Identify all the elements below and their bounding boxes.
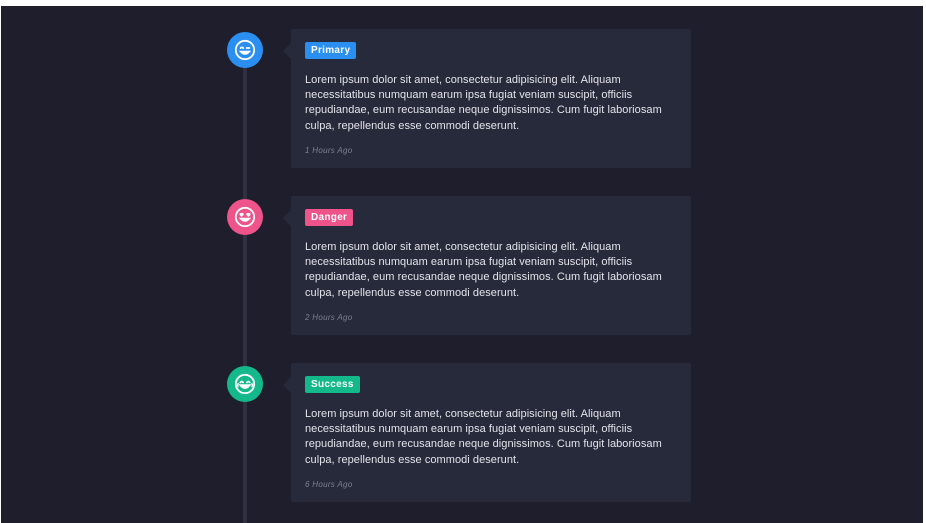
card-pointer <box>283 210 291 226</box>
badge-success: Success <box>305 376 360 393</box>
timeline-card: Danger Lorem ipsum dolor sit amet, conse… <box>283 196 691 335</box>
timeline-item-danger: Danger Lorem ipsum dolor sit amet, conse… <box>1 196 923 336</box>
badge-primary: Primary <box>305 42 357 59</box>
timeline-card-text: Lorem ipsum dolor sit amet, consectetur … <box>305 241 662 299</box>
timeline-card-text: Lorem ipsum dolor sit amet, consectetur … <box>305 408 662 466</box>
card-pointer <box>283 377 291 393</box>
timestamp: 2 Hours Ago <box>305 313 353 322</box>
winking-face-icon <box>227 32 263 68</box>
laughing-face-icon <box>227 366 263 402</box>
card-pointer <box>283 43 291 59</box>
timestamp: 6 Hours Ago <box>305 480 353 489</box>
timeline-item-primary: Primary Lorem ipsum dolor sit amet, cons… <box>1 29 923 169</box>
timeline-card: Primary Lorem ipsum dolor sit amet, cons… <box>283 29 691 168</box>
timeline-item-success: Success Lorem ipsum dolor sit amet, cons… <box>1 363 923 503</box>
heart-eyes-face-icon <box>227 199 263 235</box>
badge-danger: Danger <box>305 209 354 226</box>
timeline-card: Success Lorem ipsum dolor sit amet, cons… <box>283 363 691 502</box>
timeline-panel: Primary Lorem ipsum dolor sit amet, cons… <box>1 6 923 523</box>
timestamp: 1 Hours Ago <box>305 146 353 155</box>
timeline-card-text: Lorem ipsum dolor sit amet, consectetur … <box>305 74 662 132</box>
